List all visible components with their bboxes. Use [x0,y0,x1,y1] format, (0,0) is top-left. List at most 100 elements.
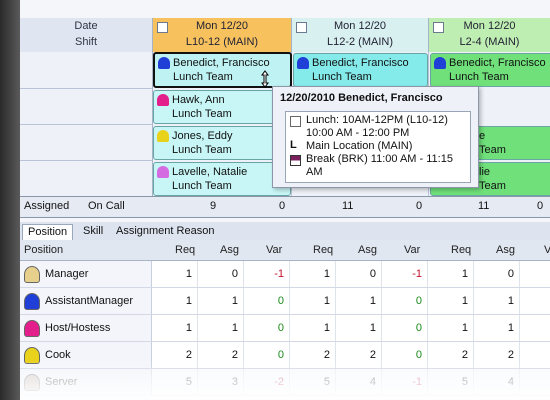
cell-separator [427,315,428,341]
person-icon [157,166,169,178]
assignment-card[interactable]: Benedict, Francisco Lunch Team [430,53,550,87]
team-name: Lunch Team [172,144,232,156]
cell-separator [197,261,198,287]
location-icon: L [290,139,297,151]
required-cell: 1 [323,322,330,334]
tooltip-break-cont: AM [306,166,323,178]
var-header: V [544,244,550,256]
day-header-l10-12[interactable]: Mon 12/20 L10-12 (MAIN) [153,18,292,53]
tab-skill[interactable]: Skill [78,224,108,239]
employee-name: e [479,130,486,142]
bottom-fade [0,360,550,400]
person-icon [297,57,309,69]
cell-separator [381,288,382,314]
required-cell: 1 [185,295,192,307]
day-date: Mon 12/20 [196,20,248,32]
required-cell: 1 [323,295,330,307]
row-label [20,52,153,89]
team-name: Lunch Team [312,71,372,83]
assignment-card[interactable]: Benedict, Francisco Lunch Team [293,53,428,87]
cell-separator [197,288,198,314]
day-header-l2-4[interactable]: Mon 12/20 L2-4 (MAIN) [429,18,550,53]
cell-separator [243,288,244,314]
tooltip-shift: Lunch: 10AM-12PM (L10-12) [306,114,448,126]
break-icon [290,155,301,166]
tooltip-title: 12/20/2010 Benedict, Francisco [280,92,443,104]
oncall-count: 0 [279,200,286,212]
cell-separator [243,315,244,341]
assigned-summary-row: Assigned On Call 9 0 11 0 11 0 [20,196,550,218]
cell-separator [243,261,244,287]
summary-grid-header: Position Req Asg Var Req Asg Var Req Asg… [20,240,550,261]
employee-name: Jones, Eddy [172,130,233,142]
tab-assignment-reason[interactable]: Assignment Reason [111,224,219,239]
employee-name: Benedict, Francisco [312,57,409,69]
row-label [20,125,153,161]
req-header: Req [451,244,472,256]
shift-checkbox-icon [290,116,301,127]
asg-header: Asg [358,244,377,256]
position-avatar-icon [24,266,40,283]
assignment-card[interactable]: Jones, Eddy Lunch Team [153,126,291,160]
tooltip-time: 10:00 AM - 12:00 PM [306,127,410,139]
date-header-label: Date [74,20,98,32]
cell-separator [335,315,336,341]
position-cell: Host/Hostess [20,315,152,341]
assignment-tooltip: 12/20/2010 Benedict, Francisco Lunch: 10… [272,86,479,188]
assignment-card[interactable]: Lavelle, Natalie Lunch Team [153,162,291,196]
summary-row[interactable]: Host/Hostess 1 1 0 1 1 0 1 1 [20,315,550,342]
day-header-l12-2[interactable]: Mon 12/20 L12-2 (MAIN) [292,18,429,53]
assigned-cell: 1 [507,295,514,307]
day-checkbox[interactable] [157,22,168,33]
cell-separator [335,261,336,287]
tooltip-location: Main Location (MAIN) [306,140,413,152]
cell-separator [197,315,198,341]
summary-row[interactable]: Manager 1 0 -1 1 0 -1 1 0 [20,261,550,288]
person-icon [157,130,169,142]
team-name: Team [479,144,506,156]
cell-separator [289,315,290,341]
cell-separator [519,261,520,287]
position-avatar-icon [24,320,40,337]
employee-name: lie [479,166,491,178]
cell-separator [381,315,382,341]
window-left-edge [0,0,20,400]
row-label [20,89,153,125]
asg-header: Asg [220,244,239,256]
summary-tabs: Position Skill Assignment Reason [20,222,550,241]
req-header: Req [175,244,196,256]
schedule-window: Date Shift Mon 12/20 L10-12 (MAIN) Mon 1… [0,0,550,400]
day-shift: L12-2 (MAIN) [326,36,394,48]
assigned-cell: 0 [369,268,376,280]
assignment-card[interactable]: Benedict, Francisco Lunch Team [153,52,292,88]
day-date: Mon 12/20 [463,20,516,32]
position-cell: Manager [20,261,152,287]
assigned-cell: 0 [231,268,238,280]
cell-separator [289,288,290,314]
tooltip-break: Break (BRK) 11:00 AM - 11:15 [306,153,453,165]
position-column-header: Position [24,244,64,256]
required-cell: 1 [461,295,468,307]
cell-separator [335,288,336,314]
cell-separator [519,315,520,341]
tab-position[interactable]: Position [22,224,74,240]
top-strip [0,0,550,18]
oncall-count: 0 [537,200,544,212]
employee-name: Hawk, Ann [172,94,225,106]
position-label: Manager [45,268,89,280]
assigned-cell: 0 [507,268,514,280]
req-header: Req [313,244,334,256]
day-checkbox[interactable] [296,22,307,33]
cell-separator [427,261,428,287]
summary-row[interactable]: AssistantManager 1 1 0 1 1 0 1 1 [20,288,550,315]
day-checkbox[interactable] [433,22,444,33]
position-cell: AssistantManager [20,288,152,314]
assigned-cell: 1 [231,322,238,334]
assignment-card[interactable]: Hawk, Ann Lunch Team [153,90,291,124]
required-cell: 1 [461,322,468,334]
variance-cell: 0 [415,295,422,307]
team-name: Lunch Team [172,108,232,120]
cell-separator [473,261,474,287]
resize-cursor-icon [261,70,269,88]
assigned-cell: 1 [231,295,238,307]
